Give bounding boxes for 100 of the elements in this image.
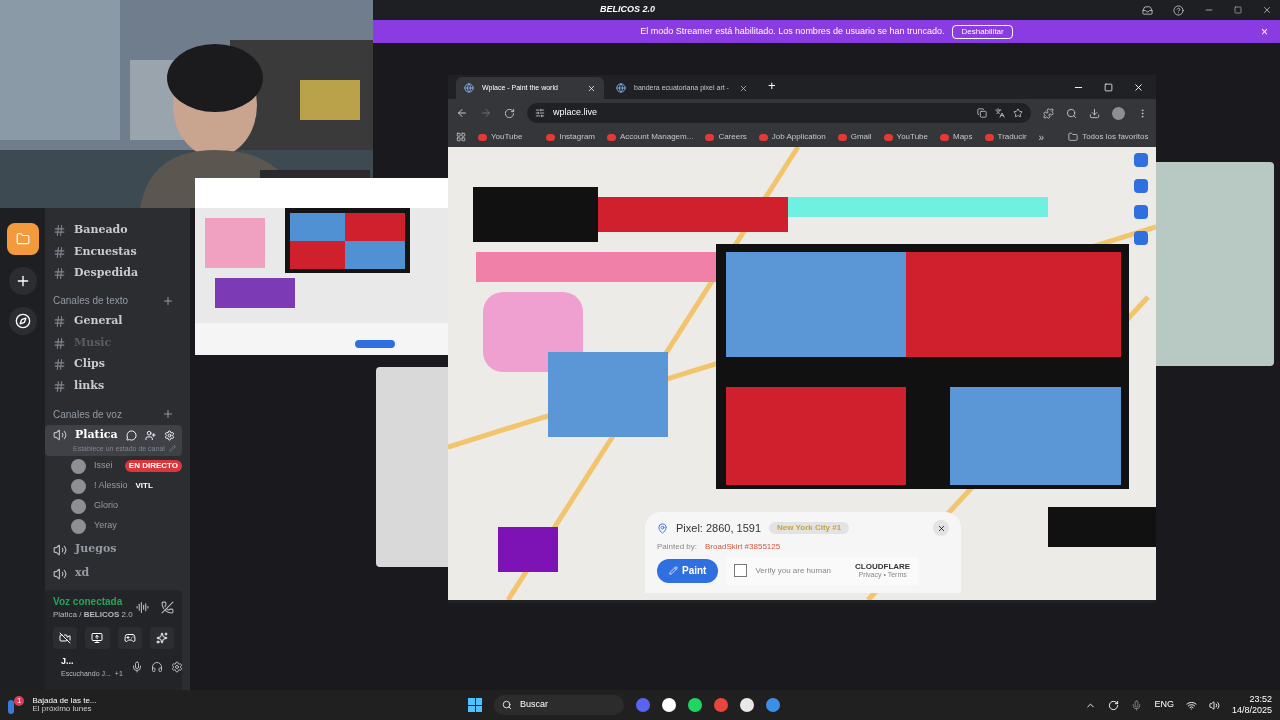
settings-icon[interactable] [170, 661, 183, 673]
chat-icon [125, 429, 137, 441]
volume-icon[interactable] [1208, 699, 1220, 711]
disconnect-icon[interactable] [161, 601, 174, 614]
add-server-icon[interactable] [8, 267, 37, 295]
member-name[interactable]: Yeray [94, 519, 117, 533]
pencil-icon [168, 445, 176, 453]
headphones-icon[interactable] [150, 661, 163, 673]
avatar [71, 518, 86, 534]
search-icon[interactable] [1066, 107, 1077, 119]
avatar [71, 478, 86, 494]
screen-share-icon [91, 632, 104, 644]
voice-status: Voz conectada [53, 595, 124, 609]
channel-item[interactable]: Clips [45, 354, 182, 375]
activity-button[interactable] [117, 627, 142, 649]
sync-icon[interactable] [1108, 699, 1120, 711]
bookmark[interactable]: Careers [705, 131, 747, 143]
more-bookmarks-button[interactable]: » [1038, 129, 1045, 145]
close-icon[interactable] [1133, 81, 1144, 93]
close-icon[interactable] [1262, 4, 1272, 16]
hash-icon [53, 224, 66, 237]
category-label[interactable]: Canales de voz [53, 406, 122, 422]
weather-title: Bajada de las te... [32, 697, 97, 705]
taskbar-app-icon[interactable] [688, 698, 702, 712]
banner-message: El modo Streamer está habilitado. Los nombres de usuario se han truncado. [640, 24, 945, 38]
screen-share-button[interactable] [85, 627, 110, 649]
globe-icon [616, 83, 626, 93]
sparkles-icon [155, 632, 168, 644]
microphone-icon[interactable] [130, 661, 143, 673]
download-icon[interactable] [1089, 107, 1100, 119]
bookmark[interactable]: Job Application [758, 131, 826, 143]
star-icon [1013, 108, 1023, 118]
network-icon[interactable] [1185, 699, 1197, 711]
user-name: J... [61, 655, 75, 668]
bookmark[interactable]: Gmail [837, 131, 872, 143]
disable-button[interactable]: Deshabilitar [952, 24, 1013, 39]
language-indicator[interactable]: ENG [1154, 698, 1174, 712]
channel-item[interactable]: Baneado [45, 220, 182, 241]
add-channel-icon[interactable] [162, 294, 174, 307]
camera-off-icon [59, 632, 72, 644]
microphone-icon[interactable] [1131, 699, 1143, 711]
hash-icon [53, 315, 66, 328]
hash-icon [53, 336, 66, 350]
discover-icon[interactable] [8, 307, 37, 335]
speaker-icon [53, 542, 67, 557]
reload-icon[interactable] [504, 107, 515, 119]
notification-badge: 1 [14, 696, 25, 706]
bookmark[interactable]: Maps [940, 131, 973, 143]
hash-icon [53, 245, 66, 259]
folder-icon [1068, 132, 1079, 142]
maximize-icon[interactable] [1104, 81, 1113, 93]
address-bar[interactable]: wplace.live [527, 103, 1031, 123]
member-name[interactable]: ! Alessio [94, 479, 128, 493]
member-name[interactable]: Glorio [94, 499, 118, 513]
start-icon[interactable] [468, 698, 482, 712]
bookmark[interactable]: Account Managem... [607, 131, 694, 143]
extensions-icon[interactable] [1043, 107, 1054, 119]
search-field[interactable]: Buscar [494, 695, 624, 715]
taskbar-app-icon[interactable] [740, 698, 754, 712]
soundboard-button[interactable] [149, 627, 174, 649]
globe-icon [464, 83, 474, 93]
voice-channel[interactable]: Juegos [45, 539, 182, 560]
bookmark[interactable]: Traducir [984, 131, 1027, 143]
noise-icon[interactable] [136, 601, 149, 614]
speaker-icon [53, 428, 67, 442]
all-bookmarks[interactable]: Todos los favoritos [1068, 131, 1149, 143]
avatar [71, 458, 86, 474]
channel-item[interactable]: Encuestas [45, 241, 182, 263]
hash-icon [53, 379, 66, 393]
close-button[interactable]: × [1261, 22, 1268, 41]
category-label[interactable]: Canales de texto [53, 293, 129, 308]
voice-location[interactable]: Platica / BELICOS 2.0 [53, 609, 133, 621]
close-icon[interactable] [587, 83, 596, 93]
live-badge: EN DIRECTO [124, 460, 182, 472]
back-icon[interactable] [456, 107, 468, 119]
clock[interactable]: 23:52 14/8/2025 [1231, 693, 1272, 717]
member-name[interactable]: Issei [94, 459, 113, 473]
add-channel-icon[interactable] [162, 408, 174, 420]
inbox-icon[interactable] [1142, 4, 1153, 16]
taskbar-app-icon[interactable] [662, 698, 676, 712]
weather-subtitle: El próximo lunes [32, 705, 93, 713]
translate-icon [995, 108, 1005, 118]
app-title: BELICOS 2.0 [600, 3, 655, 17]
new-tab-button[interactable]: + [760, 75, 784, 99]
gamepad-icon [123, 632, 136, 644]
server-folder-icon[interactable] [6, 223, 39, 255]
camera-button[interactable] [53, 627, 78, 649]
apps-icon[interactable] [456, 132, 466, 142]
channel-item[interactable]: Despedida [45, 263, 182, 284]
voice-channel[interactable]: xd [45, 563, 182, 584]
channel-item[interactable]: links [45, 375, 182, 397]
bookmark[interactable]: YouTube [883, 131, 928, 143]
bookmark[interactable]: Instagram [546, 131, 595, 143]
close-icon[interactable] [739, 83, 748, 93]
maximize-icon[interactable] [1234, 4, 1242, 16]
invite-icon [144, 429, 156, 441]
help-icon[interactable] [1173, 4, 1184, 16]
bookmark[interactable]: YouTube [478, 131, 523, 143]
channel-item[interactable]: General [45, 311, 182, 332]
avatar[interactable] [1112, 106, 1125, 120]
